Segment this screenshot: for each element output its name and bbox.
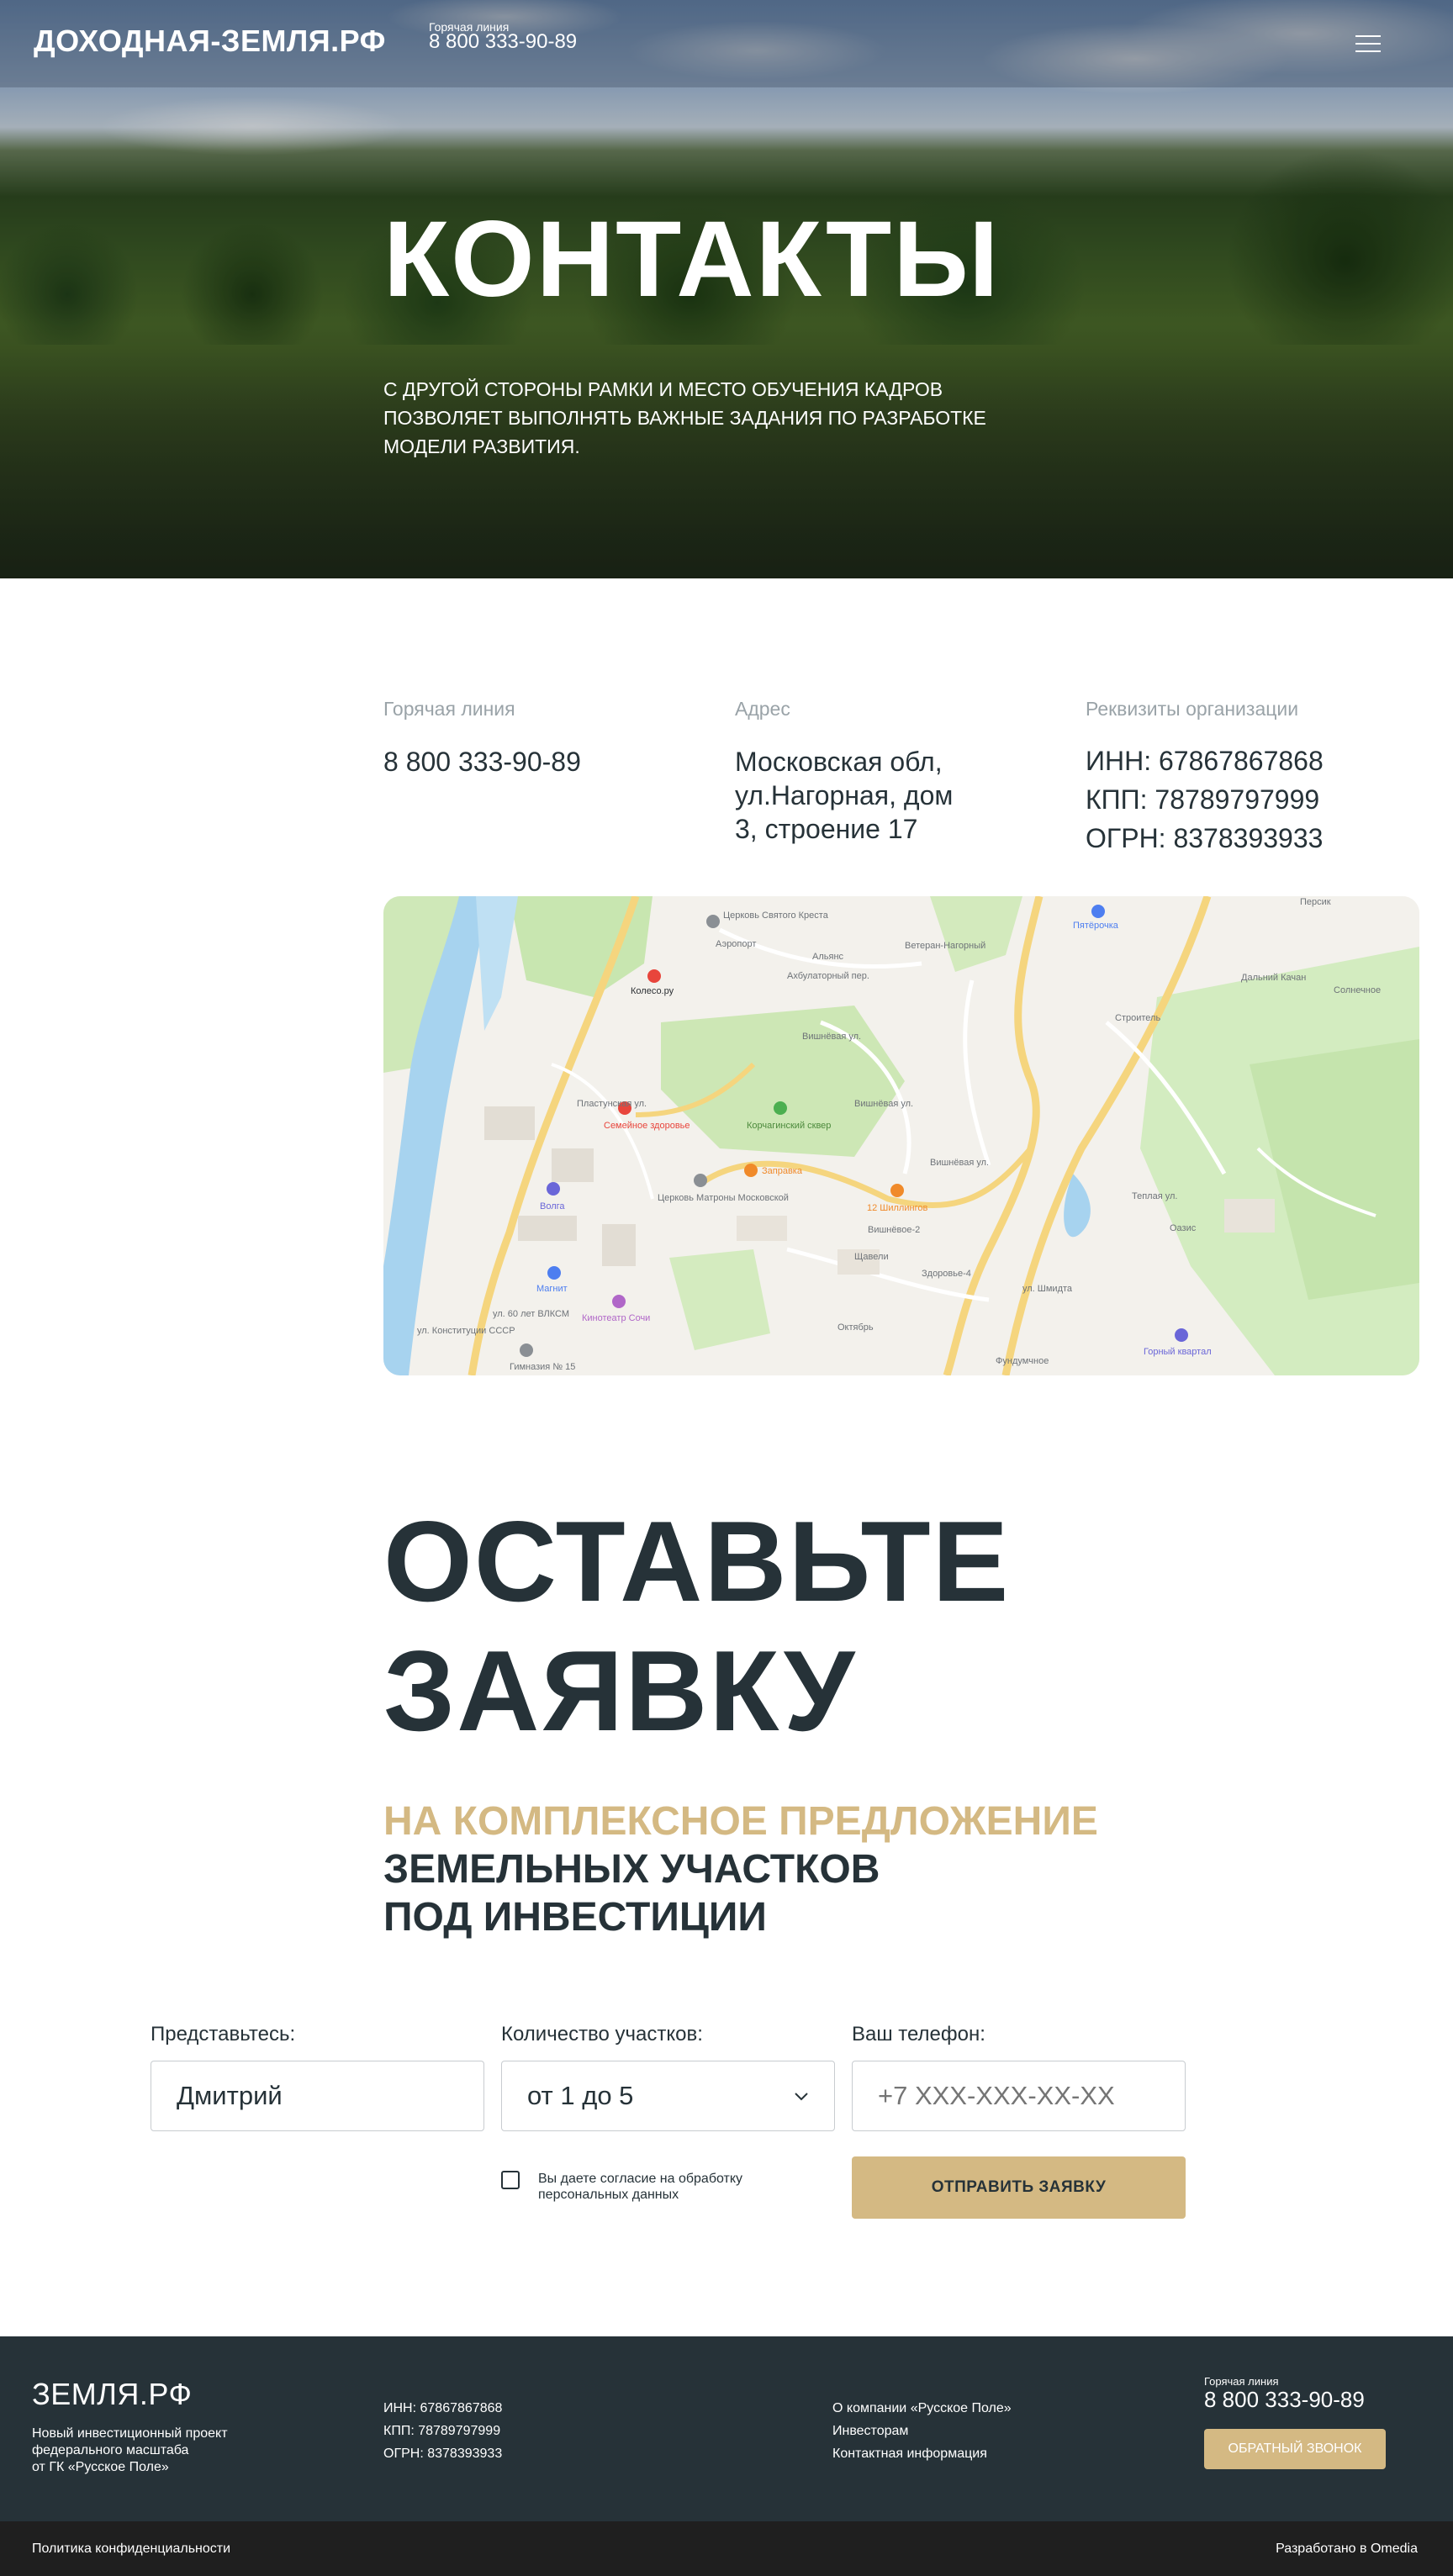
map-label: Горный квартал: [1144, 1347, 1212, 1357]
map-label: Кинотеатр Сочи: [582, 1313, 650, 1323]
callback-button[interactable]: ОБРАТНЫЙ ЗВОНОК: [1204, 2429, 1386, 2469]
map-label: Дальний Качан: [1241, 973, 1306, 983]
map-label: Волга: [540, 1201, 565, 1211]
name-field[interactable]: [151, 2061, 484, 2131]
consent-label: Вы даете согласие на обработку персональ…: [538, 2172, 743, 2202]
map-label: Колесо.ру: [631, 986, 674, 996]
footer-link-company[interactable]: О компании «Русское Поле»: [832, 2397, 1012, 2420]
hotline-value[interactable]: 8 800 333-90-89: [383, 745, 581, 779]
map-label: Щавели: [854, 1252, 889, 1262]
hamburger-icon[interactable]: [1355, 35, 1381, 54]
footer-logo[interactable]: ЗЕМЛЯ.РФ: [32, 2377, 192, 2412]
phone-label: Ваш телефон:: [852, 2023, 985, 2045]
map-label: Альянс: [812, 952, 844, 962]
hotline-label: Горячая линия: [383, 698, 515, 720]
address-label: Адрес: [735, 698, 790, 720]
map-label: Ветеран-Нагорный: [905, 941, 985, 951]
map-label: Гимназия № 15: [510, 1362, 575, 1372]
map-label: Заправка: [762, 1166, 803, 1176]
footer-link-contacts[interactable]: Контактная информация: [832, 2442, 1012, 2465]
footer-link-investors[interactable]: Инвесторам: [832, 2420, 1012, 2442]
map-label: Ахбулаторный пер.: [787, 971, 869, 981]
map-label: Аэропорт: [716, 939, 756, 949]
footer: ЗЕМЛЯ.РФ Новый инвестиционный проект фед…: [0, 2336, 1453, 2521]
header-hotline-phone[interactable]: 8 800 333-90-89: [429, 30, 577, 54]
map-label: Оазис: [1170, 1223, 1197, 1233]
footer-bottom-bar: Политика конфиденциальности Разработано …: [0, 2521, 1453, 2576]
consent-checkbox[interactable]: [501, 2171, 520, 2189]
site-logo[interactable]: ДОХОДНАЯ-ЗЕМЛЯ.РФ: [34, 24, 386, 59]
plots-count-value: от 1 до 5: [527, 2081, 634, 2110]
page-title: КОНТАКТЫ: [383, 199, 1001, 319]
map-label: Корчагинский сквер: [747, 1121, 831, 1131]
map-label: Магнит: [536, 1284, 568, 1294]
map-label: Строитель: [1115, 1013, 1160, 1023]
map-label: Вишнёвая ул.: [802, 1032, 861, 1042]
address-value: Московская обл, ул.Нагорная, дом 3, стро…: [735, 747, 954, 844]
map-label: ул. Шмидта: [1022, 1284, 1073, 1294]
map-label: Семейное здоровье: [604, 1121, 690, 1131]
map-label: Персик: [1300, 897, 1331, 907]
footer-description: Новый инвестиционный проект федерального…: [32, 2426, 228, 2474]
map-label: Пластунская ул.: [577, 1099, 647, 1109]
chevron-down-icon: [795, 2093, 808, 2101]
count-label: Количество участков:: [501, 2023, 703, 2045]
privacy-policy-link[interactable]: Политика конфиденциальности: [32, 2542, 230, 2557]
footer-hotline-label: Горячая линия: [1204, 2375, 1279, 2388]
map-label: Пятёрочка: [1073, 921, 1119, 931]
footer-requisites: ИНН: 67867867868 КПП: 78789797999 ОГРН: …: [383, 2401, 503, 2461]
map-label: Церковь Матроны Московской: [658, 1193, 789, 1203]
developer-credit[interactable]: Разработано в Omedia: [1276, 2542, 1418, 2557]
map-label: Вишнёвое-2: [868, 1225, 920, 1235]
map-label: Теплая ул.: [1132, 1191, 1177, 1201]
requisites-label: Реквизиты организации: [1086, 698, 1299, 720]
map-label: Солнечное: [1334, 985, 1381, 995]
map-label: Фундумчное: [996, 1356, 1049, 1366]
submit-request-button[interactable]: ОТПРАВИТЬ ЗАЯВКУ: [852, 2156, 1186, 2219]
location-map[interactable]: Церковь Святого Креста Альянс Ветеран-На…: [383, 896, 1419, 1375]
phone-field[interactable]: [852, 2061, 1186, 2131]
map-label: Вишнёвая ул.: [930, 1158, 989, 1168]
map-label: ул. Конституции СССР: [417, 1326, 515, 1336]
map-label: ул. 60 лет ВЛКСМ: [493, 1309, 569, 1319]
map-label: Вишнёвая ул.: [854, 1099, 913, 1109]
map-label: Октябрь: [837, 1322, 874, 1333]
hero-banner: ДОХОДНАЯ-ЗЕМЛЯ.РФ Горячая линия 8 800 33…: [0, 0, 1453, 578]
map-label: Церковь Святого Креста: [723, 911, 829, 921]
request-title: ОСТАВЬТЕ ЗАЯВКУ: [383, 1497, 1011, 1755]
footer-nav: О компании «Русское Поле» Инвесторам Кон…: [832, 2397, 1012, 2465]
name-label: Представьтесь:: [151, 2023, 296, 2045]
hero-subtitle: С ДРУГОЙ СТОРОНЫ РАМКИ И МЕСТО ОБУЧЕНИЯ …: [383, 378, 986, 457]
plots-count-select[interactable]: от 1 до 5: [501, 2061, 835, 2131]
requisites-value: ИНН: 67867867868 КПП: 78789797999 ОГРН: …: [1086, 746, 1324, 853]
map-label: 12 Шиллингов: [867, 1203, 927, 1213]
map-canvas: Церковь Святого Креста Альянс Ветеран-На…: [383, 896, 1419, 1375]
map-label: Здоровье-4: [922, 1269, 971, 1279]
request-subtitle: НА КОМПЛЕКСНОЕ ПРЕДЛОЖЕНИЕ ЗЕМЕЛЬНЫХ УЧА…: [383, 1799, 1098, 1940]
footer-hotline-phone[interactable]: 8 800 333-90-89: [1204, 2387, 1365, 2413]
